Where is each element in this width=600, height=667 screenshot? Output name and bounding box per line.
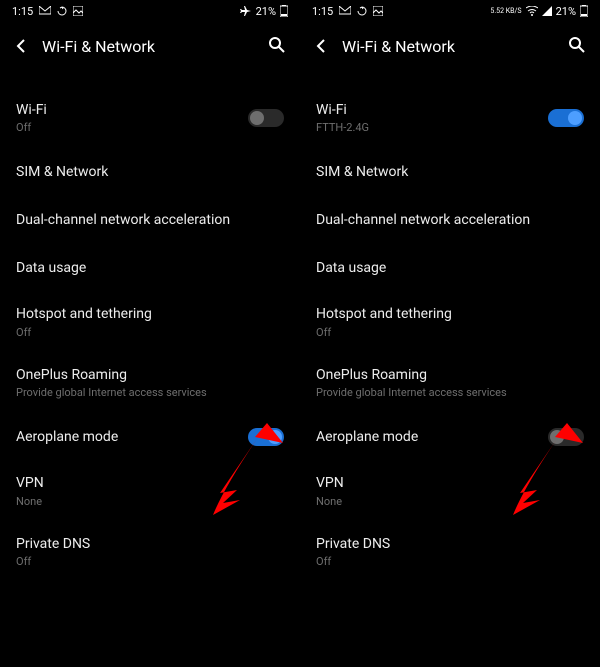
settings-list: Wi-Fi Off SIM & Network Dual-channel net… — [0, 70, 300, 582]
setting-sub: None — [16, 495, 284, 509]
setting-data-usage[interactable]: Data usage — [300, 244, 600, 292]
setting-sub: Off — [16, 121, 248, 135]
setting-aeroplane[interactable]: Aeroplane mode — [300, 413, 600, 461]
search-icon[interactable] — [568, 36, 588, 56]
setting-sim[interactable]: SIM & Network — [300, 148, 600, 196]
wifi-toggle[interactable] — [248, 109, 284, 127]
setting-sub: FTTH-2.4G — [316, 121, 548, 135]
setting-vpn[interactable]: VPN None — [300, 461, 600, 521]
setting-roaming[interactable]: OnePlus Roaming Provide global Internet … — [0, 353, 300, 413]
status-time: 1:15 — [12, 5, 33, 18]
setting-label: Hotspot and tethering — [16, 305, 284, 323]
settings-list: Wi-Fi FTTH-2.4G SIM & Network Dual-chann… — [300, 70, 600, 582]
setting-sub: Provide global Internet access services — [16, 386, 284, 400]
aeroplane-toggle[interactable] — [548, 428, 584, 446]
setting-label: Dual-channel network acceleration — [16, 211, 284, 229]
setting-sub: Provide global Internet access services — [316, 386, 584, 400]
setting-aeroplane[interactable]: Aeroplane mode — [0, 413, 300, 461]
battery-icon — [280, 5, 288, 17]
battery-icon — [580, 5, 588, 17]
setting-sub: Off — [16, 326, 284, 340]
setting-label: OnePlus Roaming — [16, 366, 284, 384]
setting-label: Private DNS — [316, 535, 584, 553]
left-screenshot: 1:15 21% Wi-Fi & Network Wi-Fi Off — [0, 0, 300, 667]
sync-icon — [357, 6, 367, 16]
setting-label: SIM & Network — [316, 163, 584, 181]
setting-label: Wi-Fi — [316, 101, 548, 119]
wifi-toggle[interactable] — [548, 109, 584, 127]
status-left: 1:15 — [312, 5, 383, 18]
status-right: 21% — [240, 5, 288, 18]
setting-label: Aeroplane mode — [16, 428, 248, 446]
status-left: 1:15 — [12, 5, 83, 18]
setting-label: Data usage — [16, 259, 284, 277]
wifi-icon — [526, 6, 538, 16]
aeroplane-toggle[interactable] — [248, 428, 284, 446]
setting-label: Data usage — [316, 259, 584, 277]
sync-icon — [57, 6, 67, 16]
back-icon[interactable] — [312, 36, 332, 56]
setting-wifi[interactable]: Wi-Fi Off — [0, 88, 300, 148]
setting-sub: Off — [16, 555, 284, 569]
image-icon — [373, 6, 383, 16]
setting-label: Hotspot and tethering — [316, 305, 584, 323]
setting-sub: None — [316, 495, 584, 509]
status-right: 5.52 KB/S 21% — [490, 5, 588, 18]
setting-label: OnePlus Roaming — [316, 366, 584, 384]
mail-icon — [39, 6, 51, 16]
search-icon[interactable] — [268, 36, 288, 56]
setting-label: VPN — [16, 474, 284, 492]
setting-sub: Off — [316, 555, 584, 569]
setting-dual-channel[interactable]: Dual-channel network acceleration — [0, 196, 300, 244]
setting-private-dns[interactable]: Private DNS Off — [0, 522, 300, 582]
image-icon — [73, 6, 83, 16]
status-bar: 1:15 5.52 KB/S 21% — [300, 0, 600, 22]
page-header: Wi-Fi & Network — [0, 22, 300, 70]
setting-label: Aeroplane mode — [316, 428, 548, 446]
status-time: 1:15 — [312, 5, 333, 18]
setting-label: Dual-channel network acceleration — [316, 211, 584, 229]
network-speed: 5.52 KB/S — [490, 7, 521, 15]
back-icon[interactable] — [12, 36, 32, 56]
setting-label: SIM & Network — [16, 163, 284, 181]
setting-hotspot[interactable]: Hotspot and tethering Off — [300, 292, 600, 352]
setting-hotspot[interactable]: Hotspot and tethering Off — [0, 292, 300, 352]
setting-sub: Off — [316, 326, 584, 340]
setting-label: Private DNS — [16, 535, 284, 553]
right-screenshot: 1:15 5.52 KB/S 21% Wi-Fi & Network Wi-Fi — [300, 0, 600, 667]
setting-label: VPN — [316, 474, 584, 492]
page-title: Wi-Fi & Network — [342, 37, 455, 56]
setting-private-dns[interactable]: Private DNS Off — [300, 522, 600, 582]
page-header: Wi-Fi & Network — [300, 22, 600, 70]
mail-icon — [339, 6, 351, 16]
battery-percent: 21% — [556, 5, 576, 18]
signal-icon — [542, 6, 552, 16]
page-title: Wi-Fi & Network — [42, 37, 155, 56]
setting-roaming[interactable]: OnePlus Roaming Provide global Internet … — [300, 353, 600, 413]
setting-wifi[interactable]: Wi-Fi FTTH-2.4G — [300, 88, 600, 148]
status-bar: 1:15 21% — [0, 0, 300, 22]
airplane-icon — [240, 5, 252, 17]
setting-vpn[interactable]: VPN None — [0, 461, 300, 521]
setting-sim[interactable]: SIM & Network — [0, 148, 300, 196]
setting-label: Wi-Fi — [16, 101, 248, 119]
battery-percent: 21% — [256, 5, 276, 18]
setting-dual-channel[interactable]: Dual-channel network acceleration — [300, 196, 600, 244]
setting-data-usage[interactable]: Data usage — [0, 244, 300, 292]
